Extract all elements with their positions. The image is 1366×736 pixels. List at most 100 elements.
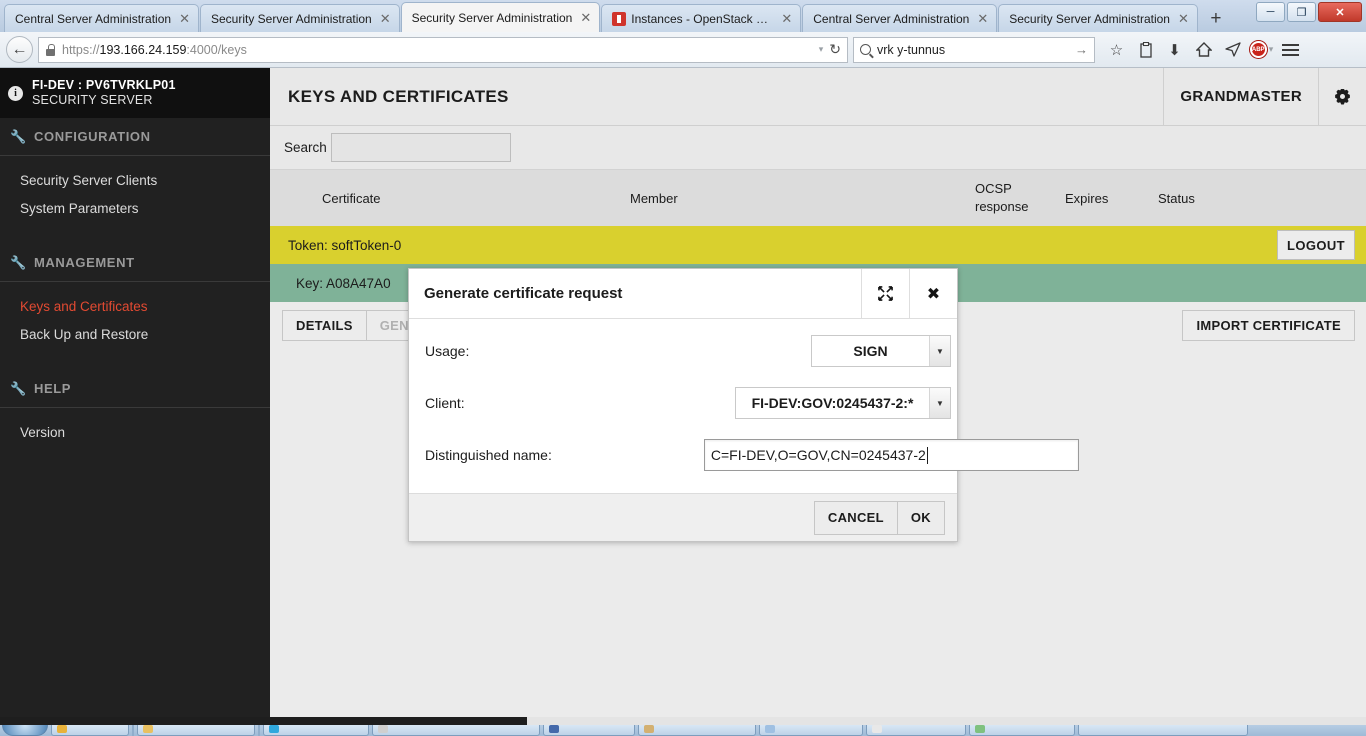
browser-tab-2-active[interactable]: Security Server Administration ✕ bbox=[400, 2, 601, 32]
column-header-ocsp-response: OCSP response bbox=[975, 180, 1028, 215]
browser-tab-4[interactable]: Central Server Administration ✕ bbox=[802, 4, 998, 32]
adblock-chevron-down-icon[interactable]: ▾ bbox=[1269, 44, 1274, 55]
window-close-button[interactable]: ✕ bbox=[1318, 2, 1362, 22]
home-icon[interactable] bbox=[1190, 36, 1217, 63]
back-button[interactable]: ← bbox=[6, 36, 33, 63]
sidebar-section-label: MANAGEMENT bbox=[34, 255, 135, 270]
expand-arrows-icon[interactable] bbox=[861, 269, 909, 318]
logout-button[interactable]: LOGOUT bbox=[1277, 230, 1355, 260]
usage-label: Usage: bbox=[425, 343, 470, 359]
tab-label: Central Server Administration bbox=[813, 11, 970, 26]
taskbar-item-6[interactable] bbox=[638, 725, 756, 736]
client-select[interactable]: FI-DEV:GOV:0245437-2:* ▼ bbox=[735, 387, 951, 419]
chevron-down-icon[interactable]: ▼ bbox=[929, 336, 950, 366]
taskbar-item-9[interactable] bbox=[969, 725, 1075, 736]
browser-navigation-bar: ← https://193.166.24.159:4000/keys ▾ ↻ v… bbox=[0, 32, 1366, 68]
taskbar-separator bbox=[258, 725, 260, 736]
expand-arrows-glyph bbox=[878, 286, 893, 301]
window-minimize-button[interactable]: ─ bbox=[1256, 2, 1285, 22]
search-submit-icon[interactable]: → bbox=[1075, 42, 1088, 57]
text-caret bbox=[926, 446, 928, 464]
browser-window: Central Server Administration ✕ Security… bbox=[0, 0, 1366, 736]
tab-close-icon[interactable]: ✕ bbox=[380, 12, 391, 25]
search-input[interactable] bbox=[330, 133, 511, 162]
hamburger-glyph bbox=[1282, 43, 1299, 56]
ok-button[interactable]: OK bbox=[896, 500, 945, 535]
sidebar-items-management: Keys and Certificates Back Up and Restor… bbox=[0, 282, 270, 370]
taskbar-item-8[interactable] bbox=[866, 725, 966, 736]
wrench-icon: 🔧 bbox=[10, 254, 27, 270]
taskbar-item-1[interactable] bbox=[51, 725, 129, 736]
openstack-favicon-icon bbox=[612, 11, 627, 26]
taskbar-upper-dark bbox=[0, 717, 527, 725]
field-row-usage: Usage: SIGN ▼ bbox=[425, 335, 951, 367]
table-header-row: Certificate Member OCSP response Expires… bbox=[270, 170, 1366, 226]
browser-tab-5[interactable]: Security Server Administration ✕ bbox=[998, 4, 1198, 32]
browser-tab-1[interactable]: Security Server Administration ✕ bbox=[199, 4, 400, 32]
adblock-icon[interactable]: ABP ▾ bbox=[1248, 36, 1275, 63]
details-button[interactable]: DETAILS bbox=[282, 309, 367, 341]
tab-close-icon[interactable]: ✕ bbox=[1178, 12, 1189, 25]
sidebar-item-label: Back Up and Restore bbox=[20, 326, 149, 342]
url-bar[interactable]: https://193.166.24.159:4000/keys ▾ ↻ bbox=[38, 36, 848, 63]
tab-label: Instances - OpenStack D... bbox=[631, 11, 774, 26]
info-icon: i bbox=[8, 85, 23, 101]
sidebar-item-keys-and-certificates[interactable]: Keys and Certificates bbox=[0, 292, 270, 320]
chevron-down-icon[interactable]: ▼ bbox=[929, 388, 950, 418]
table-row-token[interactable]: Token: softToken-0 LOGOUT bbox=[270, 226, 1366, 264]
settings-button[interactable] bbox=[1318, 68, 1366, 126]
sidebar-item-security-server-clients[interactable]: Security Server Clients bbox=[0, 166, 270, 194]
window-restore-button[interactable]: ❐ bbox=[1287, 2, 1316, 22]
taskbar-item-7[interactable] bbox=[759, 725, 863, 736]
browser-search-value: vrk y-tunnus bbox=[877, 42, 946, 57]
tab-close-icon[interactable]: ✕ bbox=[977, 12, 988, 25]
usage-select[interactable]: SIGN ▼ bbox=[811, 335, 951, 367]
home-glyph bbox=[1195, 42, 1212, 57]
lock-icon bbox=[45, 43, 56, 56]
sidebar-items-help: Version bbox=[0, 408, 270, 468]
import-certificate-button[interactable]: IMPORT CERTIFICATE bbox=[1182, 309, 1355, 341]
distinguished-name-value: C=FI-DEV,O=GOV,CN=0245437-2 bbox=[710, 447, 926, 463]
downloads-icon[interactable]: ⬇ bbox=[1161, 36, 1188, 63]
sidebar-item-version[interactable]: Version bbox=[0, 418, 270, 446]
sidebar-items-configuration: Security Server Clients System Parameter… bbox=[0, 156, 270, 244]
tab-strip: Central Server Administration ✕ Security… bbox=[0, 0, 1366, 32]
sidebar-section-configuration: 🔧 CONFIGURATION bbox=[0, 118, 270, 156]
current-user-label: GRANDMASTER bbox=[1163, 68, 1318, 126]
browser-search-bar[interactable]: vrk y-tunnus → bbox=[853, 36, 1095, 63]
start-button[interactable] bbox=[2, 725, 48, 736]
sidebar-section-label: HELP bbox=[34, 381, 72, 396]
close-icon[interactable]: ✖ bbox=[909, 269, 957, 318]
browser-tab-3[interactable]: Instances - OpenStack D... ✕ bbox=[601, 4, 802, 32]
taskbar-item-2[interactable] bbox=[137, 725, 255, 736]
sidebar-item-back-up-and-restore[interactable]: Back Up and Restore bbox=[0, 320, 270, 348]
cancel-button[interactable]: CANCEL bbox=[813, 500, 898, 535]
tab-label: Security Server Administration bbox=[1009, 11, 1170, 26]
chevron-down-icon[interactable]: ▾ bbox=[819, 44, 824, 55]
reload-icon[interactable]: ↻ bbox=[829, 41, 841, 58]
distinguished-name-input[interactable]: C=FI-DEV,O=GOV,CN=0245437-2 bbox=[703, 439, 1079, 471]
taskbar-item-10[interactable] bbox=[1078, 725, 1248, 736]
menu-hamburger-icon[interactable] bbox=[1277, 36, 1304, 63]
reading-list-icon[interactable] bbox=[1132, 36, 1159, 63]
sidebar-section-label: CONFIGURATION bbox=[34, 129, 151, 144]
browser-tab-0[interactable]: Central Server Administration ✕ bbox=[4, 4, 199, 32]
sidebar-server-id: FI-DEV : PV6TVRKLP01 bbox=[32, 77, 176, 92]
new-tab-button[interactable]: + bbox=[1203, 6, 1229, 32]
share-icon[interactable] bbox=[1219, 36, 1246, 63]
sidebar-item-system-parameters[interactable]: System Parameters bbox=[0, 194, 270, 222]
distinguished-name-label: Distinguished name: bbox=[425, 447, 552, 463]
wrench-icon: 🔧 bbox=[10, 128, 27, 144]
sidebar: i FI-DEV : PV6TVRKLP01 SECURITY SERVER 🔧… bbox=[0, 68, 270, 717]
taskbar-icon bbox=[765, 725, 775, 733]
taskbar-item-5[interactable] bbox=[543, 725, 635, 736]
taskbar-icon bbox=[269, 725, 279, 733]
table-search-bar: Search bbox=[270, 126, 1366, 170]
taskbar-item-4[interactable] bbox=[372, 725, 540, 736]
bookmark-star-icon[interactable]: ☆ bbox=[1103, 36, 1130, 63]
tab-close-icon[interactable]: ✕ bbox=[781, 12, 792, 25]
taskbar-item-3[interactable] bbox=[263, 725, 369, 736]
tab-close-icon[interactable]: ✕ bbox=[179, 12, 190, 25]
ocsp-line-2: response bbox=[975, 199, 1029, 214]
tab-close-icon[interactable]: ✕ bbox=[580, 11, 591, 24]
